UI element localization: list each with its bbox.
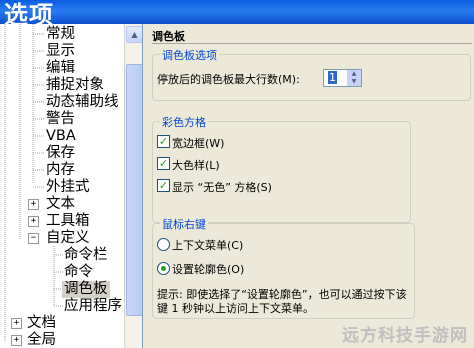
expand-toolbox-icon[interactable]: + bbox=[28, 216, 39, 227]
watermark: 远方科技手游网 bbox=[342, 326, 468, 346]
title-divider bbox=[152, 43, 472, 44]
title-bar: 选项 bbox=[0, 0, 474, 29]
tree-item-general[interactable]: 常规 bbox=[46, 26, 75, 43]
wide-border-checkbox[interactable]: ✓ bbox=[157, 135, 170, 148]
show-no-color-label: 显示 “无色” 方格(S) bbox=[172, 181, 272, 194]
spin-up-icon[interactable]: ▲ bbox=[347, 70, 361, 78]
spin-down-icon[interactable]: ▼ bbox=[347, 78, 361, 86]
context-menu-label: 上下文菜单(C) bbox=[172, 239, 244, 252]
scroll-thumb[interactable] bbox=[126, 64, 142, 316]
expand-document-icon[interactable]: + bbox=[11, 318, 22, 329]
scroll-up-arrow-icon[interactable]: ▲ bbox=[126, 26, 142, 43]
show-no-color-checkbox[interactable]: ✓ bbox=[157, 179, 170, 192]
page-title: 调色板 bbox=[152, 30, 185, 43]
tree-item-commands[interactable]: 命令 bbox=[64, 264, 93, 281]
tree-item-customize[interactable]: 自定义 bbox=[46, 230, 90, 247]
max-rows-value[interactable]: 1 bbox=[328, 71, 337, 84]
hint-line-2: 键 1 秒钟以上访问上下文菜单。 bbox=[157, 302, 314, 315]
tree-scrollbar[interactable]: ▲ bbox=[124, 24, 142, 348]
tree-item-text[interactable]: 文本 bbox=[46, 196, 75, 213]
tree-item-edit[interactable]: 编辑 bbox=[46, 60, 75, 77]
set-outline-radio[interactable] bbox=[157, 262, 170, 275]
swatches-title: 彩色方格 bbox=[160, 114, 208, 130]
palette-options-title: 调色板选项 bbox=[160, 47, 219, 63]
tree-item-global[interactable]: 全局 bbox=[27, 332, 56, 348]
large-swatch-label: 大色样(L) bbox=[172, 159, 220, 172]
options-tree: 常规 显示 编辑 捕捉对象 动态辅助线 警告 VBA 保存 内存 外挂式 + 文… bbox=[0, 24, 143, 348]
tree-item-color-palette[interactable]: 调色板 bbox=[62, 281, 110, 298]
tree-item-dynamic-guides[interactable]: 动态辅助线 bbox=[46, 94, 119, 111]
expand-text-icon[interactable]: + bbox=[28, 199, 39, 210]
settings-panel: 调色板 调色板选项 停放后的调色板最大行数(M): 1 ▲ ▼ 彩色方格 ✓ 宽… bbox=[143, 24, 474, 348]
tree-item-vba[interactable]: VBA bbox=[46, 128, 76, 145]
tree-item-plugins[interactable]: 外挂式 bbox=[46, 179, 90, 196]
tree-item-command-bars[interactable]: 命令栏 bbox=[64, 247, 108, 264]
tree-item-snap[interactable]: 捕捉对象 bbox=[46, 77, 104, 94]
tree-item-memory[interactable]: 内存 bbox=[46, 162, 75, 179]
max-rows-label: 停放后的调色板最大行数(M): bbox=[157, 73, 300, 86]
right-click-title: 鼠标右键 bbox=[160, 216, 208, 232]
set-outline-label: 设置轮廓色(O) bbox=[172, 263, 245, 276]
tree-item-document[interactable]: 文档 bbox=[27, 315, 56, 332]
tree-item-save[interactable]: 保存 bbox=[46, 145, 75, 162]
collapse-customize-icon[interactable]: − bbox=[28, 233, 39, 244]
expand-global-icon[interactable]: + bbox=[11, 335, 22, 346]
tree-item-toolbox[interactable]: 工具箱 bbox=[46, 213, 90, 230]
wide-border-label: 宽边框(W) bbox=[172, 137, 225, 150]
tree-item-application[interactable]: 应用程序 bbox=[64, 298, 122, 315]
max-rows-stepper[interactable]: 1 ▲ ▼ bbox=[323, 69, 362, 87]
tree-item-warnings[interactable]: 警告 bbox=[46, 111, 75, 128]
context-menu-radio[interactable] bbox=[157, 238, 170, 251]
tree-item-display[interactable]: 显示 bbox=[46, 43, 75, 60]
large-swatch-checkbox[interactable]: ✓ bbox=[157, 157, 170, 170]
